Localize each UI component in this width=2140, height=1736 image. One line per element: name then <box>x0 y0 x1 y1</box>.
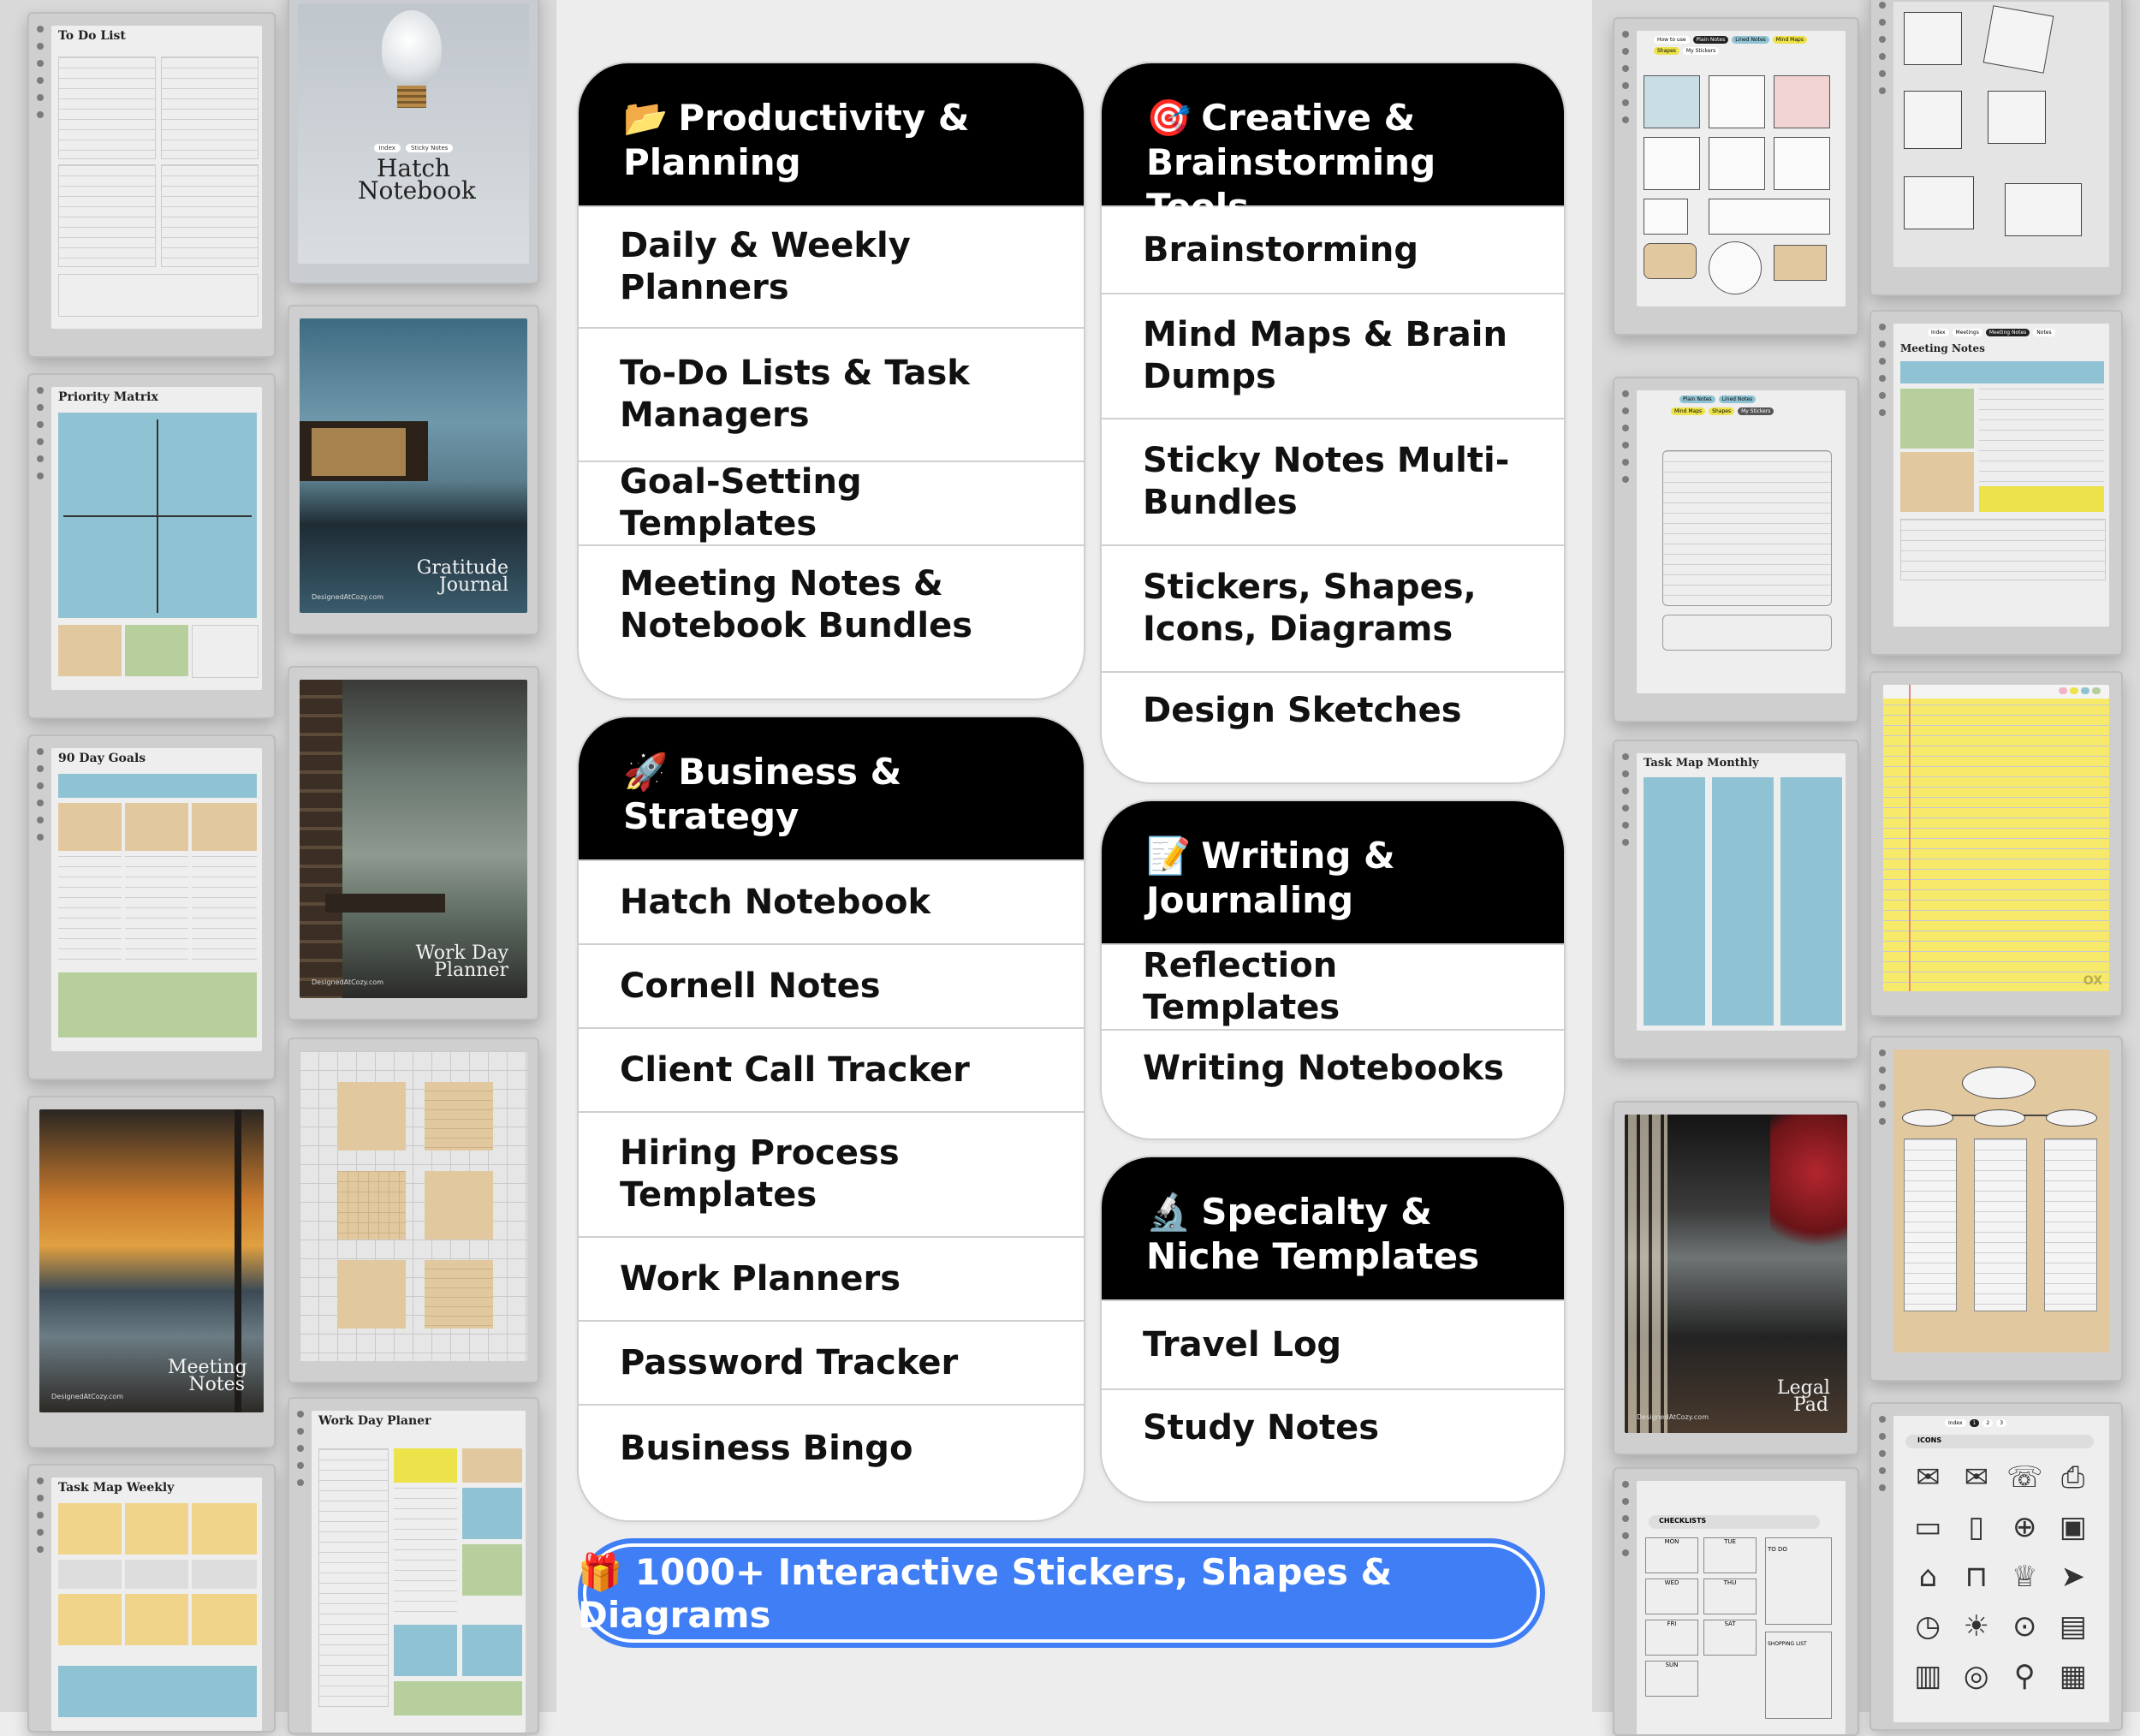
stickers-banner[interactable]: 🎁 1000+ Interactive Stickers, Shapes & D… <box>578 1538 1545 1648</box>
compass-icon[interactable]: ⊙ <box>2000 1608 2049 1645</box>
trophy-icon[interactable]: ♕ <box>2000 1558 2049 1596</box>
hatch-notebook-cover-title: Hatch Notebook <box>358 154 476 205</box>
target-icon: 🎯 <box>1146 97 1192 139</box>
business-card-header: 🚀 Business & Strategy <box>579 717 1084 859</box>
task-map-weekly-title: Task Map Weekly <box>58 1481 175 1495</box>
productivity-card-header: 📂 Productivity & Planning <box>579 63 1084 205</box>
clock-icon[interactable]: ◷ <box>1904 1608 1953 1645</box>
list-item[interactable]: Password Tracker <box>579 1320 1084 1404</box>
productivity-planning-card: 📂 Productivity & Planning Daily & Weekly … <box>577 62 1085 700</box>
location-pin-icon[interactable]: ⚲ <box>2000 1657 2049 1695</box>
sticky-notes-grid-preview <box>288 1037 539 1383</box>
list-item[interactable]: Client Call Tracker <box>579 1027 1084 1111</box>
checklists-preview: CHECKLISTS MON TUE WED THU FRI SAT SUN T… <box>1613 1467 1859 1736</box>
phone-icon[interactable]: ☏ <box>2000 1459 2049 1496</box>
priority-matrix-preview: Priority Matrix <box>27 373 276 719</box>
list-item[interactable]: Sticky Notes Multi-Bundles <box>1102 418 1564 544</box>
legal-pad-yellow-preview: OX <box>1870 671 2123 1017</box>
task-map-monthly-preview: Task Map Monthly <box>1613 740 1859 1060</box>
calendar-icon[interactable]: ▦ <box>2049 1657 2098 1695</box>
memo-icon: 📝 <box>1146 835 1192 877</box>
mind-map-template-preview <box>1870 1036 2123 1382</box>
hatch-notebook-cover-preview: Index Sticky Notes Hatch Notebook <box>288 0 539 284</box>
list-item[interactable]: Mind Maps & Brain Dumps <box>1102 293 1564 418</box>
folder-icon[interactable]: ▭ <box>1904 1508 1953 1546</box>
list-item[interactable]: Travel Log <box>1102 1299 1564 1388</box>
list-item[interactable]: Business Bingo <box>579 1404 1084 1515</box>
gratitude-journal-cover-title: Gratitude Journal <box>416 557 508 596</box>
todo-list-title: To Do List <box>58 29 126 43</box>
file-icon[interactable]: ▯ <box>1953 1508 2001 1546</box>
work-day-planer-preview: Work Day Planer <box>288 1397 539 1734</box>
banner-text: 1000+ Interactive Stickers, Shapes & Dia… <box>578 1550 1393 1636</box>
gratitude-journal-cover-preview: Gratitude Journal DesignedAtCozy.com <box>288 305 539 635</box>
list-item[interactable]: Stickers, Shapes, Icons, Diagrams <box>1102 544 1564 671</box>
creative-card-header: 🎯 Creative & Brainstorming Tools <box>1102 63 1564 228</box>
meeting-notes-title: Meeting Notes <box>1900 342 1985 354</box>
brain-dump-checklist-preview: Plain Notes Lined Notes Mind Maps Shapes… <box>1613 377 1859 722</box>
writing-journaling-card: 📝 Writing & Journaling Reflection Templat… <box>1100 800 1566 1140</box>
work-day-planner-cover-preview: Work Day Planner DesignedAtCozy.com <box>288 666 539 1020</box>
gift-icon: 🎁 <box>578 1550 623 1593</box>
easel-icon[interactable]: ⊓ <box>1953 1558 2001 1596</box>
clipboard-icon[interactable]: ▤ <box>2049 1608 2098 1645</box>
list-item[interactable]: Design Sketches <box>1102 671 1564 779</box>
list-item[interactable]: Reflection Templates <box>1102 943 1564 1029</box>
task-map-weekly-preview: Task Map Weekly <box>27 1464 276 1733</box>
list-item[interactable]: Hiring Process Templates <box>579 1111 1084 1236</box>
legal-pad-cover-preview: Legal Pad DesignedAtCozy.com <box>1613 1101 1859 1455</box>
writing-card-header: 📝 Writing & Journaling <box>1102 801 1564 943</box>
todo-list-preview: To Do List <box>27 12 276 358</box>
meeting-notes-cover-preview: Meeting Notes DesignedAtCozy.com <box>27 1096 276 1448</box>
rocket-icon: 🚀 <box>623 751 669 793</box>
send-icon[interactable]: ➤ <box>2049 1558 2098 1596</box>
specialty-niche-card: 🔬 Specialty & Niche Templates Travel Log … <box>1100 1156 1566 1503</box>
folder-icon: 📂 <box>623 97 669 139</box>
90-day-goals-preview: 90 Day Goals <box>27 734 276 1080</box>
icons-sticker-preview: Index 1 2 3 ICONS ✉ ✉ ☏ ⎙ ▭ ▯ ⊕ ▣ ⌂ ⊓ ♕ … <box>1870 1402 2123 1731</box>
list-item[interactable]: To-Do Lists & Task Managers <box>579 327 1084 461</box>
image-icon[interactable]: ▣ <box>2049 1508 2098 1546</box>
list-item[interactable]: Hatch Notebook <box>579 859 1084 943</box>
lightbulb-icon[interactable]: ☀ <box>1953 1608 2001 1645</box>
list-item[interactable]: Writing Notebooks <box>1102 1029 1564 1135</box>
crosshair-icon[interactable]: ⊕ <box>2000 1508 2049 1546</box>
coins-icon[interactable]: ◎ <box>1953 1657 2001 1695</box>
meeting-notes-template-preview: Index Meetings Meeting Notes Notes Meeti… <box>1870 310 2123 656</box>
list-item[interactable]: Daily & Weekly Planners <box>579 205 1084 327</box>
lightbulb-icon <box>382 10 442 87</box>
sticky-notes-shapes-preview <box>1870 0 2123 296</box>
home-icon[interactable]: ⌂ <box>1904 1558 1953 1596</box>
business-strategy-card: 🚀 Business & Strategy Hatch Notebook Corn… <box>577 716 1085 1522</box>
open-envelope-icon[interactable]: ✉ <box>1953 1459 2001 1496</box>
list-item[interactable]: Study Notes <box>1102 1388 1564 1500</box>
map-icon[interactable]: ▥ <box>1904 1657 1953 1695</box>
specialty-card-header: 🔬 Specialty & Niche Templates <box>1102 1157 1564 1299</box>
legal-pad-cover-title: Legal Pad <box>1777 1377 1830 1416</box>
envelope-icon[interactable]: ✉ <box>1904 1459 1953 1496</box>
inbox-icon[interactable]: ⎙ <box>2049 1459 2098 1496</box>
sticky-notes-stickers-preview: How to use Plain Notes Lined Notes Mind … <box>1613 17 1859 336</box>
list-item[interactable]: Meeting Notes & Notebook Bundles <box>579 544 1084 695</box>
list-item[interactable]: Work Planners <box>579 1236 1084 1320</box>
work-day-planner-cover-title: Work Day Planner <box>415 942 508 981</box>
meeting-notes-cover-title: Meeting Notes <box>168 1357 247 1395</box>
priority-matrix-title: Priority Matrix <box>58 390 158 404</box>
list-item[interactable]: Goal-Setting Templates <box>579 461 1084 544</box>
work-day-planer-title: Work Day Planer <box>318 1414 431 1428</box>
90-day-goals-title: 90 Day Goals <box>58 752 146 765</box>
microscope-icon: 🔬 <box>1146 1191 1192 1233</box>
task-map-monthly-title: Task Map Monthly <box>1644 757 1759 770</box>
creative-brainstorming-card: 🎯 Creative & Brainstorming Tools Brainsto… <box>1100 62 1566 784</box>
list-item[interactable]: Cornell Notes <box>579 943 1084 1027</box>
